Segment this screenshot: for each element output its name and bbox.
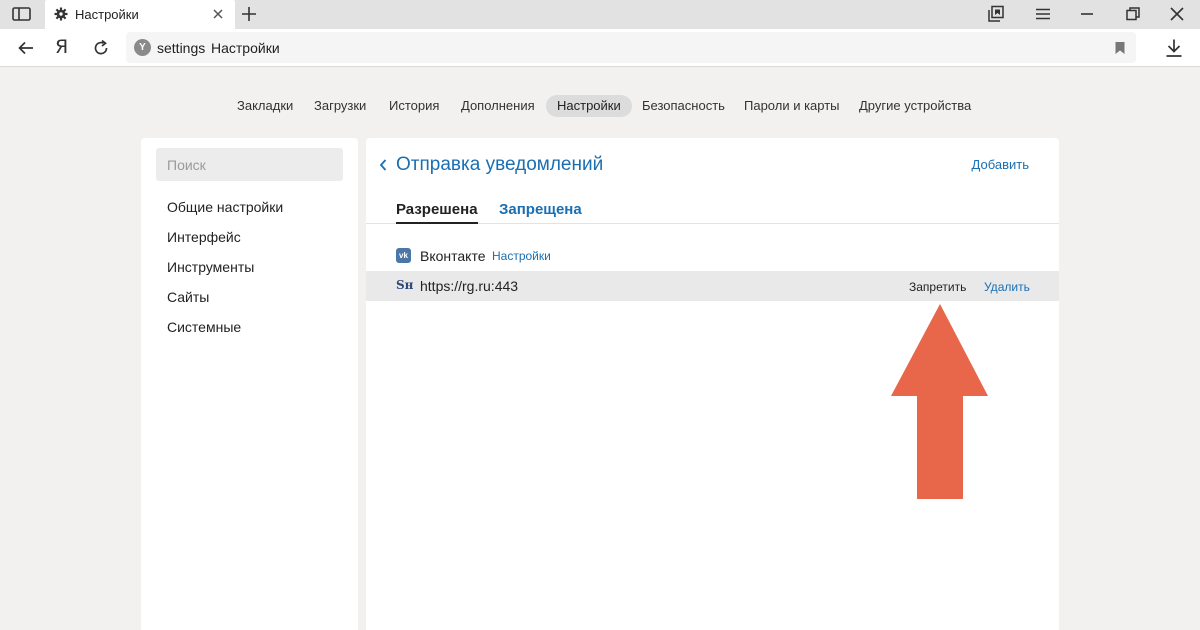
browser-tab[interactable]: Настройки — [45, 0, 235, 29]
annotation-arrow-shape — [891, 304, 988, 499]
reload-icon[interactable] — [92, 39, 110, 57]
tab-bar: Настройки — [0, 0, 1200, 29]
sidebar-item-sites[interactable]: Сайты — [167, 289, 209, 305]
sidebar-item-general[interactable]: Общие настройки — [167, 199, 283, 215]
site-settings-link[interactable]: Настройки — [492, 249, 551, 263]
tab-title: Настройки — [75, 7, 139, 22]
site-row-vk: vk Вконтакте Настройки — [366, 241, 1059, 271]
add-site-link[interactable]: Добавить — [972, 157, 1029, 172]
permission-tabs: Разрешена Запрещена — [366, 190, 1059, 224]
tab-blocked[interactable]: Запрещена — [499, 201, 582, 224]
settings-topnav: Закладки Загрузки История Дополнения Нас… — [0, 95, 1200, 117]
topnav-history[interactable]: История — [389, 95, 439, 117]
sidebar-item-tools[interactable]: Инструменты — [167, 259, 254, 275]
close-window-icon[interactable] — [1168, 5, 1186, 23]
url-scheme: settings — [157, 40, 206, 56]
rg-icon: Sн — [396, 278, 414, 292]
block-button[interactable]: Запретить — [909, 280, 966, 294]
annotation-arrow — [891, 304, 988, 499]
yandex-protect-icon: Y — [134, 39, 151, 56]
close-tab-icon[interactable] — [211, 7, 225, 21]
url-field[interactable]: Y settings Настройки — [126, 32, 1136, 63]
back-chevron-icon[interactable] — [378, 158, 388, 172]
tab-allowed[interactable]: Разрешена — [396, 201, 478, 224]
site-name: Вконтакте — [420, 248, 486, 264]
sidebar-item-interface[interactable]: Интерфейс — [167, 229, 241, 245]
remove-link[interactable]: Удалить — [984, 280, 1030, 294]
yandex-button[interactable]: Я — [55, 36, 73, 58]
collections-icon[interactable] — [987, 5, 1005, 23]
vk-icon: vk — [396, 248, 411, 263]
settings-sidebar: Общие настройки Интерфейс Инструменты Са… — [141, 138, 358, 630]
restore-icon[interactable] — [1124, 5, 1142, 23]
topnav-downloads[interactable]: Загрузки — [314, 95, 366, 117]
topnav-bookmarks[interactable]: Закладки — [237, 95, 293, 117]
new-tab-icon[interactable] — [240, 5, 258, 23]
settings-search-input[interactable] — [156, 148, 343, 181]
topnav-passwords[interactable]: Пароли и карты — [744, 95, 840, 117]
site-name: https://rg.ru:443 — [420, 278, 519, 294]
minimize-icon[interactable] — [1078, 5, 1096, 23]
site-row-rg: Sн https://rg.ru:443 Запретить Удалить — [366, 271, 1059, 301]
download-icon[interactable] — [1164, 38, 1184, 58]
menu-icon[interactable] — [1034, 5, 1052, 23]
gear-icon — [54, 7, 68, 21]
page-title: Отправка уведомлений — [396, 154, 604, 175]
topnav-security[interactable]: Безопасность — [642, 95, 725, 117]
sidebar-item-system[interactable]: Системные — [167, 319, 241, 335]
topnav-devices[interactable]: Другие устройства — [859, 95, 971, 117]
address-bar: Я Y settings Настройки — [0, 29, 1200, 67]
url-page-title: Настройки — [211, 40, 280, 56]
topnav-extensions[interactable]: Дополнения — [461, 95, 535, 117]
bookmark-icon[interactable] — [1114, 41, 1126, 55]
sidebar-toggle-icon[interactable] — [12, 6, 32, 22]
topnav-settings[interactable]: Настройки — [546, 95, 632, 117]
back-arrow-icon[interactable] — [17, 39, 35, 57]
